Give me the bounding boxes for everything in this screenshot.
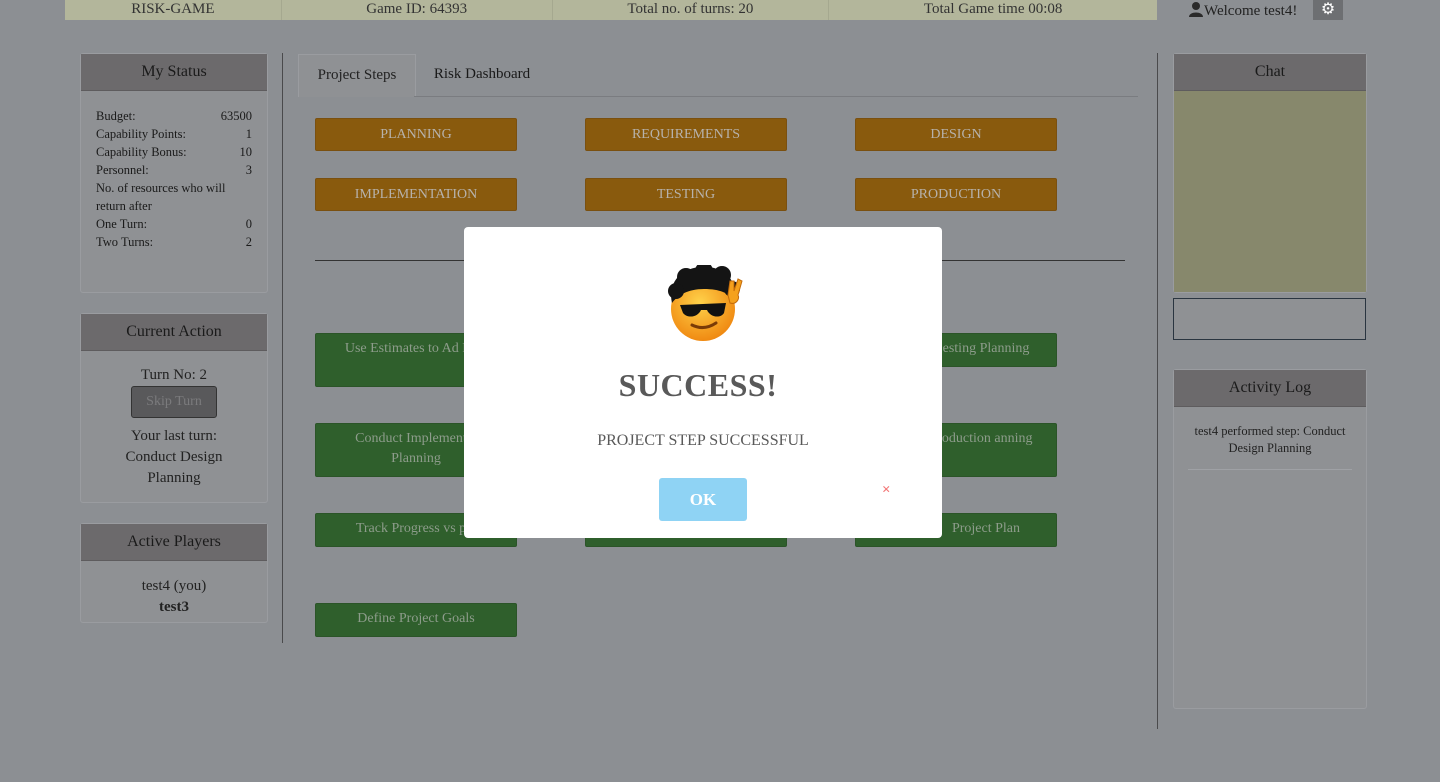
chat-panel: Chat	[1173, 53, 1367, 293]
success-emoji-icon	[664, 262, 746, 343]
turn-number: Turn No: 2	[140, 367, 208, 383]
total-turns: Total no. of turns: 20	[553, 0, 830, 20]
activity-log-header: Activity Log	[1174, 370, 1366, 407]
modal-title: SUCCESS!	[618, 367, 778, 403]
status-row-two-turns: Two Turns: 2	[96, 235, 252, 249]
settings-button[interactable]: ⚙	[1313, 0, 1343, 20]
ok-button[interactable]: OK	[659, 478, 747, 521]
skip-turn-button[interactable]: Skip Turn	[131, 386, 217, 418]
current-action-header: Current Action	[81, 314, 267, 351]
last-turn-value: Conduct Design Planning	[125, 449, 223, 486]
activity-log-panel: Activity Log test4 performed step: Condu…	[1173, 369, 1367, 709]
tab-project-steps[interactable]: Project Steps	[298, 54, 416, 97]
player-item: test4 (you)	[141, 578, 207, 594]
status-row-personnel: Personnel: 3	[96, 163, 252, 177]
user-icon	[1188, 1, 1204, 24]
chat-input[interactable]	[1173, 298, 1366, 340]
active-players-panel: Active Players test4 (you) test3	[80, 523, 268, 623]
status-row-capability-bonus: Capability Bonus: 10	[96, 145, 252, 159]
activity-entry: test4 performed step: Conduct Design Pla…	[1188, 423, 1352, 470]
modal-message: PROJECT STEP SUCCESSFUL	[597, 432, 809, 449]
chat-header: Chat	[1174, 54, 1366, 91]
phase-implementation-button[interactable]: IMPLEMENTATION	[315, 178, 517, 211]
phase-production-button[interactable]: PRODUCTION	[855, 178, 1057, 211]
status-row-one-turn: One Turn: 0	[96, 217, 252, 231]
success-modal: SUCCESS! PROJECT STEP SUCCESSFUL OK ×	[464, 227, 942, 538]
top-bar: RISK-GAME Game ID: 64393 Total no. of tu…	[65, 0, 1157, 20]
my-status-header: My Status	[81, 54, 267, 91]
welcome-user: Welcome test4!	[1188, 0, 1297, 20]
my-status-panel: My Status Budget: 63500 Capability Points…	[80, 53, 268, 293]
welcome-text: Welcome test4!	[1204, 3, 1298, 19]
tab-underline	[414, 96, 1138, 97]
player-item: test3	[159, 599, 189, 615]
active-players-header: Active Players	[81, 524, 267, 561]
game-time: Total Game time 00:08	[923, 1, 1063, 17]
divider-left	[282, 53, 283, 643]
gear-icon: ⚙	[1320, 1, 1336, 18]
phase-planning-button[interactable]: PLANNING	[315, 118, 517, 151]
divider-right	[1157, 53, 1158, 729]
phase-testing-button[interactable]: TESTING	[585, 178, 787, 211]
status-row-capability-points: Capability Points: 1	[96, 127, 252, 141]
game-title: RISK-GAME	[65, 0, 282, 20]
close-icon[interactable]: ×	[882, 482, 891, 499]
resources-note: No. of resources who will return after	[96, 181, 226, 213]
game-id: Game ID: 64393	[282, 0, 553, 20]
current-action-panel: Current Action Turn No: 2 Skip Turn Your…	[80, 313, 268, 503]
phase-design-button[interactable]: DESIGN	[855, 118, 1057, 151]
tab-risk-dashboard[interactable]: Risk Dashboard	[420, 54, 544, 96]
phase-requirements-button[interactable]: REQUIREMENTS	[585, 118, 787, 151]
status-row-budget: Budget: 63500	[96, 109, 252, 123]
chat-messages	[1174, 91, 1366, 292]
step-define-project-goals-button[interactable]: Define Project Goals	[315, 603, 517, 637]
last-turn-label: Your last turn:	[131, 428, 217, 444]
